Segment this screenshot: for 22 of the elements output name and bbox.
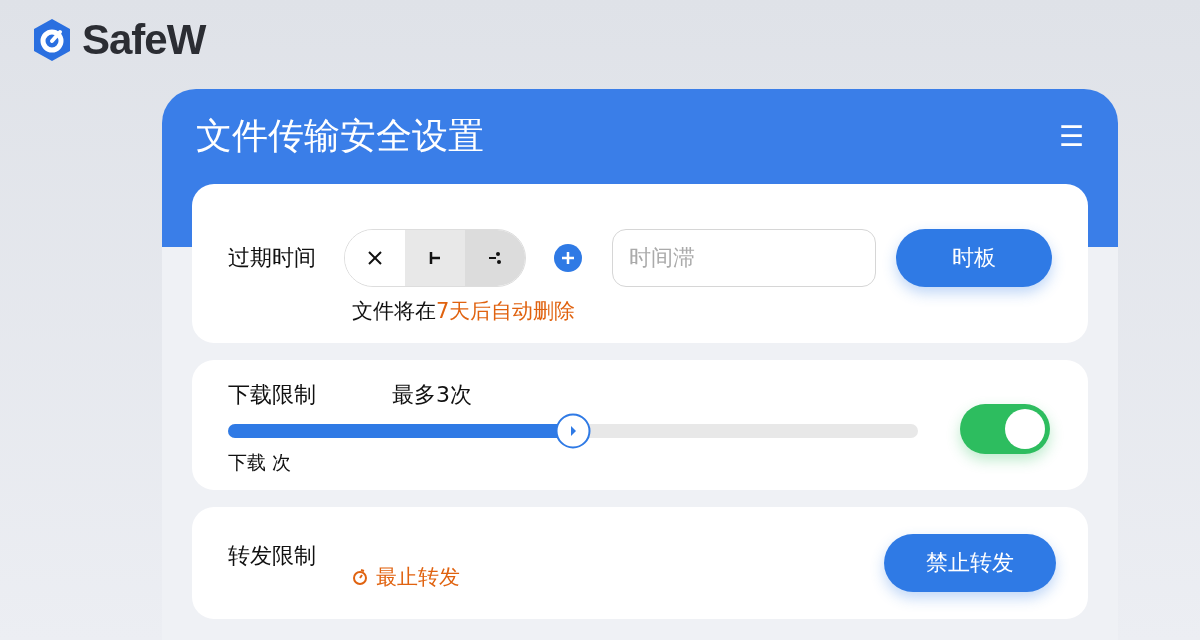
window-title: 文件传输安全设置 bbox=[196, 114, 484, 158]
shield-logo-icon bbox=[32, 18, 72, 62]
branch-icon bbox=[486, 249, 504, 267]
timer-icon bbox=[352, 568, 368, 586]
slider-thumb[interactable] bbox=[555, 413, 591, 449]
forward-status: 最止转发 bbox=[376, 564, 460, 591]
time-input-field[interactable]: 时间滞 bbox=[612, 229, 876, 287]
note-text: 文件将在 bbox=[352, 299, 436, 323]
segment-option[interactable] bbox=[405, 230, 465, 286]
add-icon[interactable] bbox=[554, 244, 582, 272]
download-toggle[interactable] bbox=[960, 404, 1050, 454]
expiry-label: 过期时间 bbox=[228, 244, 316, 272]
forward-label: 转发限制 bbox=[228, 542, 316, 570]
cross-icon bbox=[366, 249, 384, 267]
download-count: 最多3次 bbox=[392, 381, 472, 409]
menu-button[interactable]: ☰ bbox=[1059, 120, 1084, 153]
brand-name: SafeW bbox=[82, 16, 206, 64]
expiry-notice: 7天后自动删除 bbox=[436, 299, 576, 323]
download-label: 下载限制 bbox=[228, 381, 316, 409]
block-forward-button[interactable]: 禁止转发 bbox=[884, 534, 1056, 592]
download-caption: 下载 次 bbox=[228, 450, 293, 475]
time-button[interactable]: 时板 bbox=[896, 229, 1052, 287]
